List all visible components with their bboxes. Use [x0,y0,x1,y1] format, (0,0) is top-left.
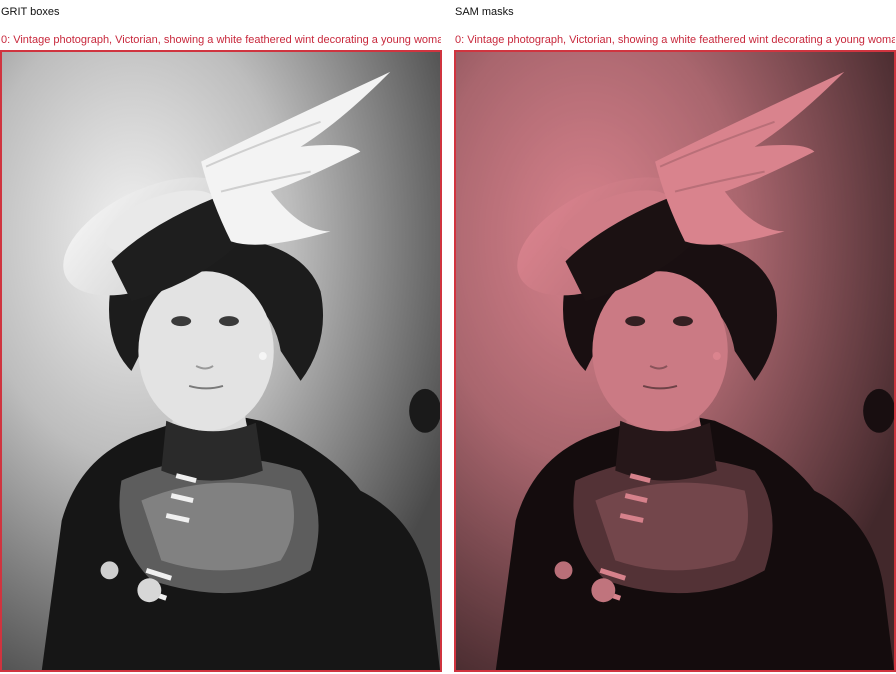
panel-title: SAM masks [455,6,514,18]
detection-box [0,50,442,672]
box-caption: 0: Vintage photograph, Victorian, showin… [1,34,441,46]
victorian-portrait-photo [2,52,440,670]
victorian-portrait-photo [456,52,894,670]
panel-title: GRIT boxes [1,6,60,18]
mask-caption: 0: Vintage photograph, Victorian, showin… [455,34,895,46]
mask-box [454,50,896,672]
grit-boxes-panel: GRIT boxes 0: Vintage photograph, Victor… [0,0,442,674]
sam-masks-panel: SAM masks 0: Vintage photograph, Victori… [454,0,896,674]
